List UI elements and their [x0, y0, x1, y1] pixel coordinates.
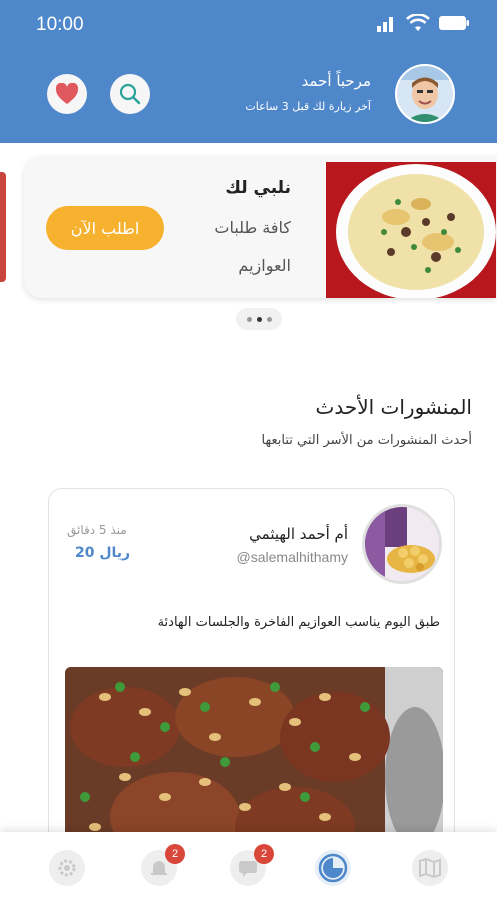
nav-messages[interactable]: 2: [218, 844, 278, 900]
user-avatar[interactable]: [395, 64, 455, 124]
post-card[interactable]: أم أحمد الهيثمي @salemalhithamy منذ 5 دق…: [48, 488, 455, 858]
pager-dot-active[interactable]: [256, 316, 262, 322]
home-nav-icon: [315, 850, 351, 886]
status-time: 10:00: [36, 14, 84, 35]
promo-subtitle-line2: العوازيم: [238, 256, 291, 275]
last-visit-text: آخر زيارة لك قبل 3 ساعات: [245, 100, 371, 113]
nav-notifications[interactable]: 2: [129, 844, 189, 900]
bottom-navigation: 2 2: [0, 832, 497, 900]
pager-dot[interactable]: [266, 316, 272, 322]
battery-icon: [439, 16, 469, 30]
section-subtitle: أحدث المنشورات من الأسر التي تتابعها: [261, 433, 472, 448]
search-icon: [119, 83, 141, 105]
carousel-pager[interactable]: [236, 308, 282, 330]
map-icon: [419, 857, 441, 879]
nav-home[interactable]: [303, 850, 363, 900]
heart-icon: [55, 83, 79, 104]
post-author-name[interactable]: أم أحمد الهيثمي: [249, 525, 348, 543]
notifications-badge: 2: [165, 844, 185, 864]
gear-icon: [58, 859, 76, 877]
promo-previous-card[interactable]: [0, 172, 6, 282]
promo-image: [326, 162, 496, 298]
nav-map[interactable]: [400, 850, 460, 900]
nav-settings[interactable]: [37, 850, 97, 900]
post-author-avatar[interactable]: [362, 504, 442, 584]
promo-title: نلبي لك: [225, 178, 291, 198]
post-author-handle[interactable]: @salemalhithamy: [237, 549, 348, 565]
pager-dot[interactable]: [246, 316, 252, 322]
post-price: ريال 20: [75, 545, 131, 561]
status-icons: [377, 14, 469, 32]
greeting-text: مرحباً أحمد: [301, 72, 371, 90]
order-now-button[interactable]: اطلب الآن: [46, 206, 164, 250]
notifications-nav-icon: 2: [141, 844, 185, 886]
favorites-button[interactable]: [47, 74, 87, 114]
post-text: طبق اليوم يناسب العوازيم الفاخرة والجلسا…: [157, 615, 440, 630]
map-nav-icon: [412, 850, 448, 886]
search-button[interactable]: [110, 74, 150, 114]
app-header: 10:00 مرحباً أحمد آخر زيارة لك قبل 3 ساع…: [0, 0, 497, 143]
home-circle-icon: [318, 853, 348, 883]
section-title: المنشورات الأحدث: [315, 395, 472, 419]
messages-badge: 2: [254, 844, 274, 864]
promo-card[interactable]: نلبي لك كافة طلبات العوازيم اطلب الآن: [24, 156, 496, 298]
messages-nav-icon: 2: [230, 844, 274, 886]
post-image[interactable]: [65, 667, 443, 857]
promo-subtitle-line1: كافة طلبات: [214, 218, 291, 237]
post-time: منذ 5 دقائق: [67, 523, 127, 537]
wifi-icon: [406, 14, 430, 31]
signal-icon: [377, 17, 393, 32]
settings-nav-icon: [49, 850, 85, 886]
